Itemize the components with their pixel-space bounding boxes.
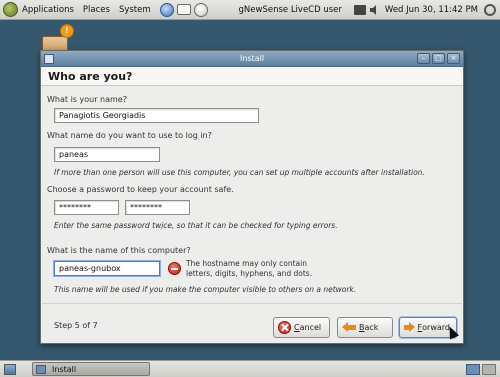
- clock[interactable]: Wed Jun 30, 11:42 PM: [385, 5, 478, 15]
- password-confirm-field[interactable]: [125, 200, 190, 215]
- hostname-warning: The hostname may only contain letters, d…: [186, 259, 312, 279]
- back-arrow-icon: [342, 322, 356, 333]
- volume-icon[interactable]: [369, 4, 380, 15]
- taskbar-install-button[interactable]: Install: [32, 362, 150, 376]
- help-icon[interactable]: [193, 2, 208, 17]
- footer-separator: [42, 303, 462, 304]
- error-icon: [168, 262, 181, 275]
- minimize-icon[interactable]: –: [417, 53, 430, 64]
- panel-status-area: gNewSense LiveCD user Wed Jun 30, 11:42 …: [239, 3, 500, 16]
- password-label: Choose a password to keep your account s…: [47, 185, 234, 194]
- gnewsense-logo-icon[interactable]: [3, 2, 18, 17]
- computer-name-hint: This name will be used if you make the c…: [54, 285, 357, 294]
- workspace-1[interactable]: [466, 363, 480, 375]
- lock-badge-icon: !: [60, 24, 74, 38]
- login-hint: If more than one person will use this co…: [54, 168, 425, 177]
- web-browser-icon[interactable]: [159, 2, 174, 17]
- show-desktop-icon[interactable]: [4, 363, 16, 375]
- hostname-warning-line-1: The hostname may only contain: [186, 259, 307, 268]
- workspace-switcher: [466, 363, 496, 375]
- name-label: What is your name?: [47, 95, 127, 104]
- step-indicator: Step 5 of 7: [54, 321, 98, 330]
- computer-name-label: What is the name of this computer?: [47, 246, 191, 255]
- cancel-label: ancel: [299, 323, 322, 332]
- back-button[interactable]: Back: [337, 317, 393, 338]
- install-window: Install – □ × Who are you? What is your …: [40, 50, 464, 344]
- taskbar-install-label: Install: [52, 364, 77, 374]
- window-title: Install: [239, 54, 265, 63]
- menu-places[interactable]: Places: [83, 5, 110, 15]
- power-icon[interactable]: [484, 3, 496, 16]
- hostname-warning-line-2: letters, digits, hyphens, and dots.: [186, 269, 313, 278]
- back-label: ack: [364, 323, 379, 332]
- password-field[interactable]: [54, 200, 119, 215]
- window-titlebar[interactable]: Install – □ ×: [41, 51, 463, 67]
- login-name-field[interactable]: [54, 147, 160, 162]
- top-panel: Applications Places System gNewSense Liv…: [0, 0, 500, 20]
- mail-icon[interactable]: [176, 4, 191, 15]
- user-name[interactable]: gNewSense LiveCD user: [239, 5, 342, 15]
- close-icon[interactable]: ×: [447, 53, 460, 64]
- menu-system[interactable]: System: [119, 5, 151, 15]
- window-icon: [36, 364, 46, 374]
- workspace-2[interactable]: [482, 363, 496, 375]
- cancel-icon: [278, 321, 291, 334]
- password-hint: Enter the same password twice, so that i…: [54, 221, 338, 230]
- page-header: Who are you?: [41, 67, 463, 86]
- menu-applications[interactable]: Applications: [22, 5, 74, 15]
- full-name-field[interactable]: [54, 108, 259, 123]
- forward-arrow-icon: [404, 322, 415, 333]
- maximize-icon[interactable]: □: [432, 53, 445, 64]
- computer-name-field[interactable]: [54, 261, 160, 276]
- page-title: Who are you?: [48, 70, 133, 83]
- login-label: What name do you want to use to log in?: [47, 131, 212, 140]
- bottom-panel: Install: [0, 360, 500, 377]
- cancel-button[interactable]: Cancel: [273, 317, 330, 338]
- network-icon[interactable]: [353, 4, 366, 15]
